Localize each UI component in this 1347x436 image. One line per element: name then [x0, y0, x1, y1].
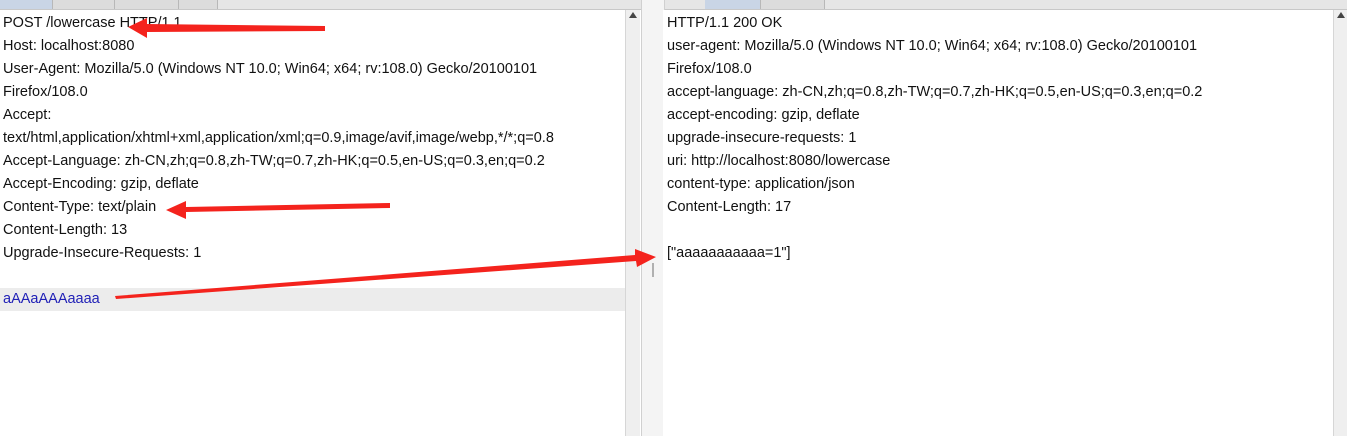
- response-body: ["aaaaaaaaaaa=1"]: [667, 245, 791, 261]
- response-viewer[interactable]: HTTP/1.1 200 OK user-agent: Mozilla/5.0 …: [663, 10, 1338, 436]
- request-header-content-length: Content-Length: 13: [3, 222, 128, 238]
- pane-splitter[interactable]: [641, 0, 665, 436]
- request-tab-strip: [0, 0, 641, 10]
- request-tab-params[interactable]: [53, 0, 115, 9]
- request-tab-raw[interactable]: [0, 0, 53, 9]
- response-scrollbar[interactable]: [1333, 10, 1347, 436]
- response-tab-raw[interactable]: [705, 0, 761, 9]
- scroll-up-arrow-icon[interactable]: [629, 12, 637, 18]
- response-tab-strip: [664, 0, 1347, 10]
- request-header-content-type: Content-Type: text/plain: [3, 199, 157, 215]
- splitter-grip-icon[interactable]: [652, 263, 654, 277]
- request-header-accept-encoding: Accept-Encoding: gzip, deflate: [3, 176, 199, 192]
- scroll-up-arrow-icon[interactable]: [1337, 12, 1345, 18]
- response-header-user-agent-cont: Firefox/108.0: [667, 61, 752, 77]
- response-header-upgrade-insecure: upgrade-insecure-requests: 1: [667, 130, 857, 146]
- response-header-uri: uri: http://localhost:8080/lowercase: [667, 153, 891, 169]
- request-body: aAAaAAAaaaa: [3, 291, 100, 307]
- response-header-user-agent: user-agent: Mozilla/5.0 (Windows NT 10.0…: [667, 38, 1198, 54]
- request-tab-headers[interactable]: [115, 0, 179, 9]
- request-editor[interactable]: POST /lowercase HTTP/1.1 Host: localhost…: [0, 10, 625, 436]
- request-header-user-agent: User-Agent: Mozilla/5.0 (Windows NT 10.0…: [3, 61, 538, 77]
- request-tab-hex[interactable]: [179, 0, 218, 9]
- response-status-line: HTTP/1.1 200 OK: [667, 15, 783, 31]
- request-line: POST /lowercase HTTP/1.1: [3, 15, 182, 31]
- response-header-content-type: content-type: application/json: [667, 176, 855, 192]
- request-header-upgrade-insecure: Upgrade-Insecure-Requests: 1: [3, 245, 202, 261]
- response-header-content-length: Content-Length: 17: [667, 199, 792, 215]
- request-header-accept: Accept:: [3, 107, 52, 123]
- request-header-host: Host: localhost:8080: [3, 38, 135, 54]
- response-header-accept-encoding: accept-encoding: gzip, deflate: [667, 107, 860, 123]
- request-header-accept-language: Accept-Language: zh-CN,zh;q=0.8,zh-TW;q=…: [3, 153, 545, 169]
- response-header-accept-language: accept-language: zh-CN,zh;q=0.8,zh-TW;q=…: [667, 84, 1203, 100]
- response-tab-headers[interactable]: [761, 0, 825, 9]
- request-scrollbar[interactable]: [625, 10, 640, 436]
- request-header-user-agent-cont: Firefox/108.0: [3, 84, 88, 100]
- request-header-accept-cont: text/html,application/xhtml+xml,applicat…: [3, 130, 554, 146]
